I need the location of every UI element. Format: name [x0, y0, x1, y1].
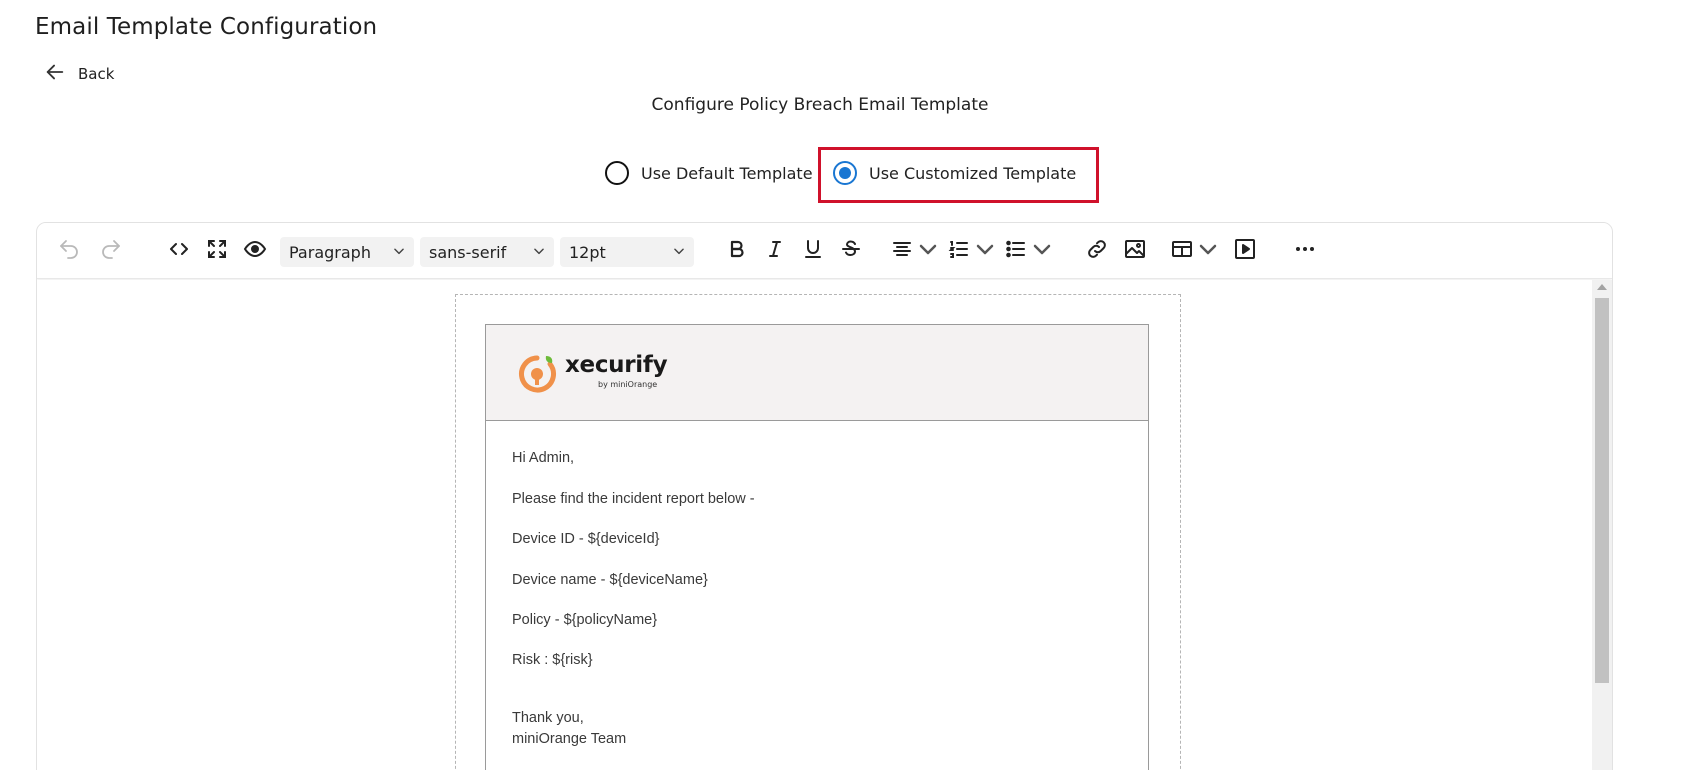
media-icon — [1233, 237, 1257, 265]
source-code-button[interactable] — [165, 237, 193, 265]
chevron-down-icon — [532, 243, 546, 262]
radio-default-label: Use Default Template — [641, 163, 813, 183]
back-label: Back — [78, 65, 115, 83]
email-template: xecurify by miniOrange Hi Admin, Please … — [485, 324, 1149, 770]
fullscreen-icon — [205, 237, 229, 265]
more-icon — [1293, 237, 1317, 265]
italic-icon — [763, 237, 787, 265]
fullscreen-button[interactable] — [203, 237, 231, 265]
redo-icon — [99, 237, 123, 265]
numbered-list-dropdown[interactable] — [947, 237, 997, 265]
template-choice-group: Use Default Template Use Customized Temp… — [0, 147, 1708, 207]
section-subtitle: Configure Policy Breach Email Template — [651, 95, 989, 115]
email-signature: miniOrange Team — [512, 731, 627, 747]
redo-button[interactable] — [97, 237, 125, 265]
radio-checked-icon — [833, 161, 857, 185]
scroll-thumb[interactable] — [1595, 298, 1609, 683]
strikethrough-button[interactable] — [837, 237, 865, 265]
undo-button[interactable] — [55, 237, 83, 265]
logo-byline: by miniOrange — [598, 380, 658, 389]
chevron-down-icon — [1028, 237, 1054, 265]
preview-icon — [243, 237, 267, 265]
bold-icon — [725, 237, 749, 265]
email-greeting: Hi Admin, — [512, 450, 575, 466]
arrow-left-icon — [44, 61, 66, 87]
align-dropdown[interactable] — [893, 237, 937, 265]
xecurify-logo: xecurify by miniOrange — [515, 352, 668, 400]
underline-icon — [801, 237, 825, 265]
font-size-select[interactable]: 12pt — [560, 237, 694, 267]
numbered-list-icon — [947, 237, 971, 265]
bullet-list-icon — [1004, 237, 1028, 265]
document-frame: xecurify by miniOrange Hi Admin, Please … — [455, 294, 1181, 770]
font-family-select[interactable]: sans-serif — [420, 237, 554, 267]
chevron-down-icon — [971, 237, 997, 265]
more-button[interactable] — [1291, 237, 1319, 265]
chevron-down-icon — [672, 243, 686, 262]
bold-button[interactable] — [723, 237, 751, 265]
editor-toolbar: Paragraph sans-serif 12pt — [37, 223, 1612, 279]
xecurify-logo-icon — [515, 352, 559, 400]
email-body: Hi Admin, Please find the incident repor… — [486, 421, 1148, 770]
strikethrough-icon — [839, 237, 863, 265]
radio-customized-template[interactable]: Use Customized Template — [833, 161, 1076, 185]
editor-content-area[interactable]: xecurify by miniOrange Hi Admin, Please … — [37, 280, 1612, 770]
radio-default-template[interactable]: Use Default Template — [605, 161, 813, 185]
back-button[interactable]: Back — [44, 61, 114, 87]
underline-button[interactable] — [799, 237, 827, 265]
email-risk: Risk : ${risk} — [512, 652, 593, 668]
align-icon — [890, 237, 914, 265]
link-button[interactable] — [1083, 237, 1111, 265]
font-size-value: 12pt — [569, 242, 606, 262]
preview-button[interactable] — [241, 237, 269, 265]
chevron-down-icon — [914, 237, 940, 265]
table-icon — [1170, 237, 1194, 265]
email-policy: Policy - ${policyName} — [512, 612, 658, 628]
vertical-scrollbar[interactable] — [1592, 280, 1612, 770]
undo-icon — [57, 237, 81, 265]
source-code-icon — [167, 237, 191, 265]
email-intro: Please find the incident report below - — [512, 491, 755, 507]
radio-customized-label: Use Customized Template — [869, 163, 1077, 183]
scroll-up-arrow-icon[interactable] — [1597, 284, 1607, 290]
email-device-name: Device name - ${deviceName} — [512, 572, 708, 588]
media-button[interactable] — [1231, 237, 1259, 265]
email-device-id: Device ID - ${deviceId} — [512, 531, 660, 547]
table-dropdown[interactable] — [1170, 237, 1220, 265]
font-family-value: sans-serif — [429, 242, 507, 262]
block-format-select[interactable]: Paragraph — [280, 237, 414, 267]
bullet-list-dropdown[interactable] — [1004, 237, 1054, 265]
chevron-down-icon — [392, 243, 406, 262]
rich-text-editor: Paragraph sans-serif 12pt xecurify by mi… — [36, 222, 1613, 770]
image-button[interactable] — [1121, 237, 1149, 265]
chevron-down-icon — [1194, 237, 1220, 265]
email-header: xecurify by miniOrange — [486, 325, 1148, 421]
page-title: Email Template Configuration — [35, 14, 378, 40]
italic-button[interactable] — [761, 237, 789, 265]
radio-unchecked-icon — [605, 161, 629, 185]
block-format-value: Paragraph — [289, 242, 371, 262]
logo-wordmark: xecurify — [565, 352, 668, 378]
email-closing: Thank you, — [512, 710, 584, 726]
image-icon — [1123, 237, 1147, 265]
link-icon — [1085, 237, 1109, 265]
